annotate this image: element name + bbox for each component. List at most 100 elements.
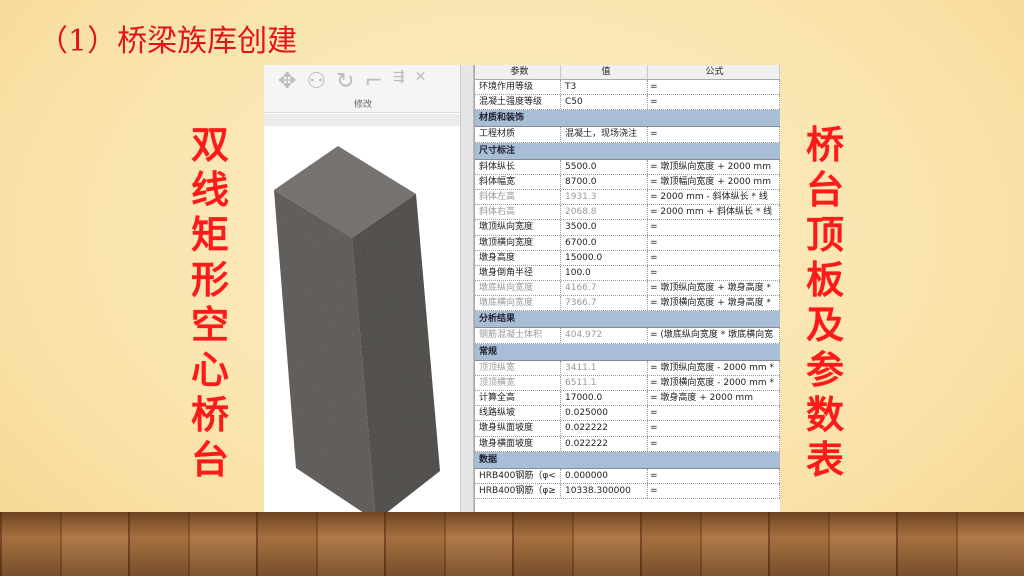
table-row[interactable]: 斜体左高 1931.3 = 2000 mm - 斜体纵长 * 线 — [475, 189, 780, 206]
table-row[interactable]: 混凝土强度等级 C50 = — [475, 95, 780, 111]
parameter-value[interactable]: 15000.0 — [561, 250, 648, 265]
parameter-formula[interactable]: = 墩顶纵向宽度 - 2000 mm * — [648, 360, 780, 375]
parameter-formula[interactable]: = 墩顶纵向宽度 + 2000 mm — [648, 159, 780, 174]
parameter-value[interactable]: 7366.7 — [561, 296, 648, 311]
parameter-formula[interactable]: = — [648, 235, 780, 250]
col-header-parameter[interactable]: 参数 — [475, 65, 561, 79]
parameter-formula[interactable]: = — [648, 483, 780, 499]
parameter-formula[interactable]: = 墩身高度 + 2000 mm — [648, 391, 780, 406]
parameter-value[interactable]: T3 — [561, 80, 648, 95]
table-row[interactable]: 顶顶横宽 6511.1 = 墩顶横向宽度 - 2000 mm * — [475, 375, 780, 391]
parameter-name: 墩底纵向宽度 — [475, 281, 561, 296]
parameter-formula[interactable]: = — [648, 265, 780, 281]
parameter-value[interactable]: 5500.0 — [561, 159, 648, 174]
parameter-value[interactable]: C50 — [561, 95, 648, 110]
table-row[interactable]: 墩顶横向宽度 6700.0 = — [475, 235, 780, 251]
parameter-value[interactable]: 0.025000 — [561, 406, 648, 421]
parameter-group-header[interactable]: 分析结果 — [475, 311, 780, 329]
delete-icon[interactable]: ✕ — [415, 69, 427, 94]
move-icon[interactable]: ✥ — [278, 69, 296, 94]
parameter-formula[interactable]: = 墩顶幅向宽度 + 2000 mm — [648, 174, 780, 189]
parameter-value[interactable]: 0.000000 — [561, 468, 648, 483]
table-row[interactable]: 计算全高 17000.0 = 墩身高度 + 2000 mm — [475, 391, 780, 407]
parameter-name: 斜体左高 — [475, 189, 561, 205]
parameter-formula[interactable]: = — [648, 95, 780, 110]
revit-screenshot: ✥ ⚇ ↻ ⌐ ⇶ ✕ 修改 参数 值 公式 环境作用等级 T3 = 混凝土强度等级 C… — [264, 65, 780, 512]
slide-title: （1）桥梁族库创建 — [38, 24, 298, 59]
parameter-group-header[interactable]: 数据 — [475, 451, 780, 469]
parameter-formula[interactable]: = — [648, 80, 780, 95]
parameter-value[interactable]: 6511.1 — [561, 375, 648, 390]
parameter-value[interactable]: 17000.0 — [561, 391, 648, 406]
parameter-value[interactable]: 4166.7 — [561, 281, 648, 296]
copy-icon[interactable]: ⚇ — [306, 69, 326, 94]
parameter-name: 墩底横向宽度 — [475, 296, 561, 311]
table-row[interactable]: 斜体幅宽 8700.0 = 墩顶幅向宽度 + 2000 mm — [475, 174, 780, 190]
parameter-name: HRB400钢筋（φ≥ — [475, 483, 561, 499]
parameter-value[interactable]: 1931.3 — [561, 189, 648, 205]
table-row[interactable]: 环境作用等级 T3 = — [475, 80, 780, 96]
parameter-value[interactable]: 6700.0 — [561, 235, 648, 250]
parameter-name: 墩身倒角半径 — [475, 265, 561, 281]
parameter-formula[interactable]: = — [648, 127, 780, 142]
parameter-formula[interactable]: = — [648, 406, 780, 421]
family-parameters-table: 参数 值 公式 环境作用等级 T3 = 混凝土强度等级 C50 = 材质和装饰 工程材质 混凝土… — [474, 65, 780, 512]
table-row[interactable]: 墩底纵向宽度 4166.7 = 墩顶纵向宽度 + 墩身高度 * — [475, 281, 780, 297]
table-row[interactable]: 线路纵坡 0.025000 = — [475, 406, 780, 422]
parameter-name: 墩顶横向宽度 — [475, 235, 561, 250]
parameter-name: 墩身高度 — [475, 250, 561, 265]
table-row[interactable]: 工程材质 混凝土，现场浇注 = — [475, 127, 780, 143]
table-row[interactable]: 墩底横向宽度 7366.7 = 墩顶横向宽度 + 墩身高度 * — [475, 296, 780, 312]
parameter-name: 钢筋混凝土体积 — [475, 328, 561, 343]
table-row[interactable]: 顶顶纵宽 3411.1 = 墩顶纵向宽度 - 2000 mm * — [475, 360, 780, 376]
parameter-value[interactable]: 2068.8 — [561, 205, 648, 220]
table-row[interactable]: 斜体纵长 5500.0 = 墩顶纵向宽度 + 2000 mm — [475, 159, 780, 175]
parameter-value[interactable]: 404.972 — [561, 328, 648, 343]
parameter-value[interactable]: 8700.0 — [561, 174, 648, 189]
trim-icon[interactable]: ⌐ — [365, 69, 383, 94]
parameter-group-header[interactable]: 材质和装饰 — [475, 110, 780, 128]
table-row[interactable]: 墩顶纵向宽度 3500.0 = — [475, 220, 780, 236]
table-row[interactable]: 墩身纵面坡度 0.022222 = — [475, 421, 780, 437]
parameter-formula[interactable]: = 墩顶纵向宽度 + 墩身高度 * — [648, 281, 780, 296]
parameter-formula[interactable]: = 墩顶横向宽度 - 2000 mm * — [648, 375, 780, 390]
parameter-group-header[interactable]: 尺寸标注 — [475, 142, 780, 160]
table-row[interactable]: 钢筋混凝土体积 404.972 = (墩底纵向宽度 * 墩底横向宽 — [475, 328, 780, 344]
parameter-value[interactable]: 3500.0 — [561, 220, 648, 235]
3d-view[interactable] — [264, 126, 460, 512]
splitter[interactable] — [460, 65, 474, 512]
align-icon[interactable]: ⇶ — [393, 69, 405, 94]
parameter-name: 顶顶纵宽 — [475, 360, 561, 375]
table-row[interactable]: HRB400钢筋（φ< 0.000000 = — [475, 468, 780, 484]
parameter-name: 斜体纵长 — [475, 159, 561, 174]
table-row[interactable]: 墩身横面坡度 0.022222 = — [475, 436, 780, 452]
col-header-formula[interactable]: 公式 — [648, 65, 780, 79]
modify-ribbon-panel: ✥ ⚇ ↻ ⌐ ⇶ ✕ 修改 — [264, 65, 468, 113]
parameter-formula[interactable]: = (墩底纵向宽度 * 墩底横向宽 — [648, 328, 780, 343]
parameter-formula[interactable]: = — [648, 250, 780, 265]
table-row[interactable]: HRB400钢筋（φ≥ 10338.300000 = — [475, 483, 780, 500]
parameter-formula[interactable]: = — [648, 468, 780, 483]
parameter-value[interactable]: 100.0 — [561, 265, 648, 281]
table-row[interactable]: 墩身高度 15000.0 = — [475, 250, 780, 266]
parameter-name: 斜体幅宽 — [475, 174, 561, 189]
parameter-value[interactable]: 3411.1 — [561, 360, 648, 375]
parameter-value[interactable]: 0.022222 — [561, 436, 648, 451]
rotate-icon[interactable]: ↻ — [336, 69, 354, 94]
parameter-name: 工程材质 — [475, 127, 561, 142]
parameter-name: HRB400钢筋（φ< — [475, 468, 561, 483]
parameter-formula[interactable]: = 2000 mm - 斜体纵长 * 线 — [648, 189, 780, 205]
parameter-formula[interactable]: = — [648, 436, 780, 451]
parameter-formula[interactable]: = 2000 mm + 斜体纵长 * 线 — [648, 205, 780, 220]
table-row[interactable]: 斜体右高 2068.8 = 2000 mm + 斜体纵长 * 线 — [475, 205, 780, 221]
parameter-value[interactable]: 0.022222 — [561, 421, 648, 436]
parameter-group-header[interactable]: 常规 — [475, 343, 780, 361]
table-row[interactable]: 墩身倒角半径 100.0 = — [475, 265, 780, 282]
parameter-name: 墩身纵面坡度 — [475, 421, 561, 436]
parameter-value[interactable]: 10338.300000 — [561, 483, 648, 499]
parameter-formula[interactable]: = — [648, 421, 780, 436]
parameter-formula[interactable]: = 墩顶横向宽度 + 墩身高度 * — [648, 296, 780, 311]
col-header-value[interactable]: 值 — [561, 65, 648, 79]
parameter-value[interactable]: 混凝土，现场浇注 — [561, 127, 648, 142]
parameter-formula[interactable]: = — [648, 220, 780, 235]
